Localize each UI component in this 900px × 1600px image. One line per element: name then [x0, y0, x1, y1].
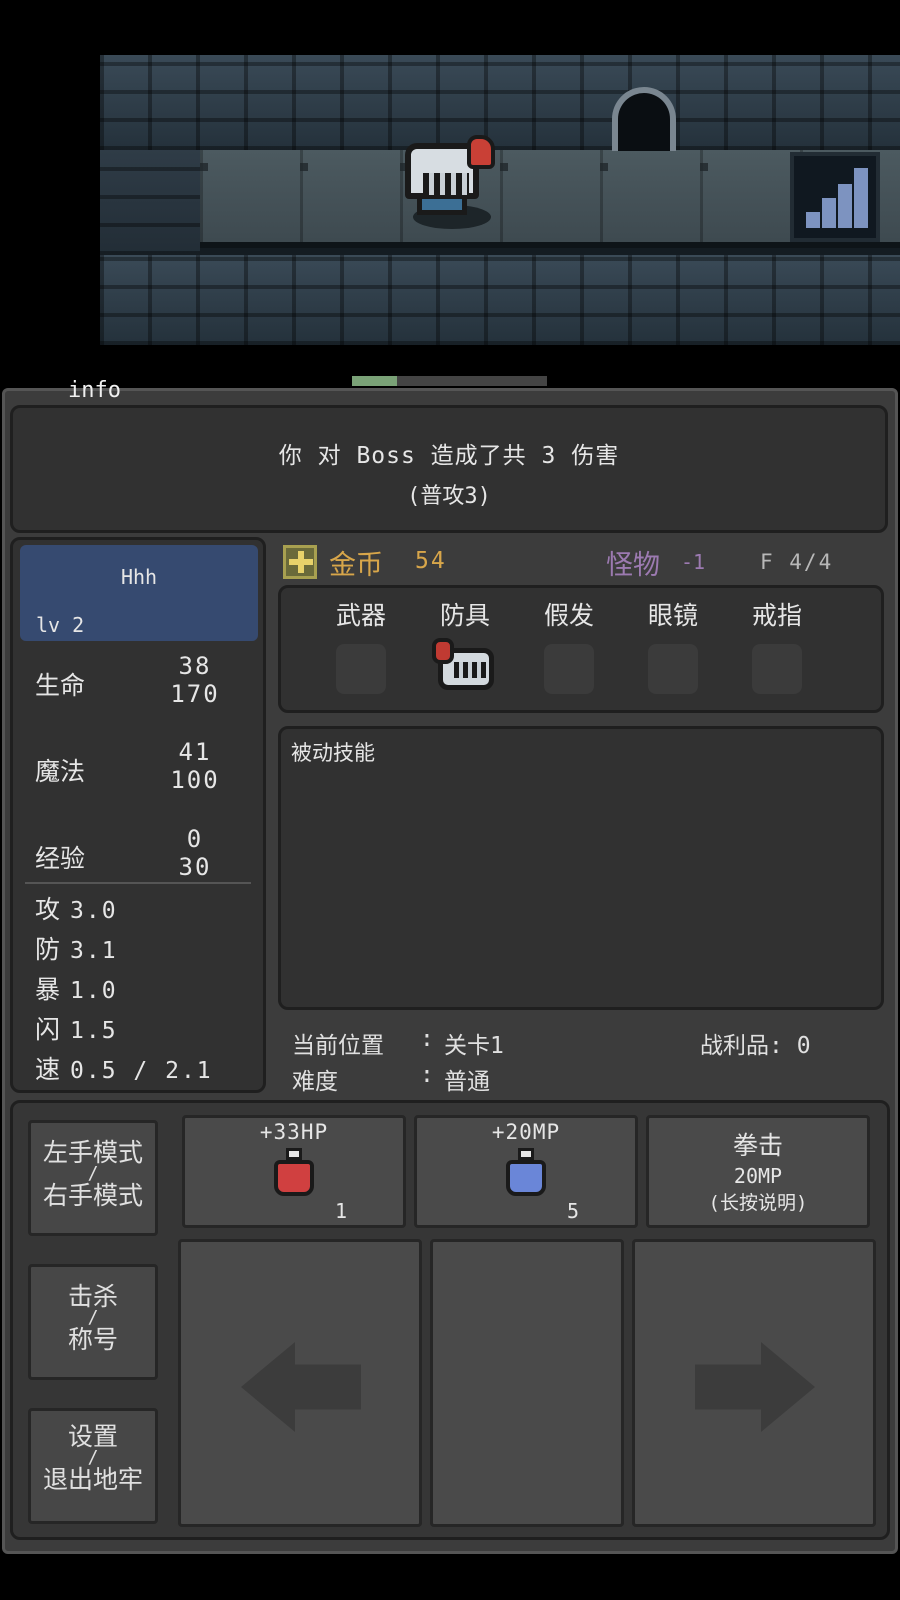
empty-slot-icon	[648, 644, 698, 694]
skill-cost: 20MP	[733, 1164, 783, 1188]
dungeon-wall-bottom	[100, 255, 900, 345]
info-tab-label: info	[68, 378, 121, 403]
dungeon-scene	[100, 55, 900, 345]
skill-name: 拳击	[732, 1131, 783, 1160]
location-label: 当前位置	[292, 1033, 384, 1059]
gold-value: 54	[415, 548, 447, 574]
kills-title-button[interactable]: 击杀 / 称号	[28, 1264, 158, 1380]
equipment-panel: 武器 防具 假发 眼镜 戒指	[278, 585, 884, 713]
equip-slot-ring[interactable]: 戒指	[727, 596, 827, 694]
loot-count: 战利品: 0	[700, 1033, 811, 1059]
knight-helmet-icon	[432, 638, 498, 694]
center-action-button[interactable]	[430, 1239, 624, 1527]
equip-slot-glasses[interactable]: 眼镜	[623, 596, 723, 694]
location-value: 关卡1	[444, 1033, 504, 1059]
hp-stat: 生命 38 170	[35, 650, 255, 714]
exp-max: 30	[178, 853, 212, 881]
player-level: lv 2	[36, 613, 85, 637]
gold-plus-icon[interactable]	[283, 545, 317, 579]
speed-stat: 速 0.5 / 2.1	[35, 1055, 213, 1084]
passive-skills-title: 被动技能	[291, 741, 375, 765]
crit-stat: 暴 1.0	[35, 975, 118, 1004]
skill-hint: (长按说明)	[708, 1192, 808, 1214]
difficulty-value: 普通	[444, 1069, 490, 1095]
move-left-button[interactable]	[178, 1239, 422, 1527]
mp-stat: 魔法 41 100	[35, 736, 255, 800]
mp-potion-label: +20MP	[491, 1120, 561, 1144]
player-knight-sprite	[405, 135, 495, 235]
player-namecard[interactable]: Hhh lv 2	[20, 545, 258, 641]
dungeon-wall-top	[100, 55, 900, 150]
player-name: Hhh	[120, 565, 158, 589]
gold-label: 金币	[329, 550, 383, 581]
progress-bar	[352, 376, 547, 386]
blue-potion-icon	[504, 1148, 548, 1198]
dodge-stat: 闪 1.5	[35, 1015, 118, 1044]
exp-current: 0	[186, 825, 204, 853]
player-stats-panel: Hhh lv 2 生命 38 170 魔法 41 100 经验 0 30 攻 3.…	[10, 537, 266, 1093]
dungeon-wall-left	[100, 150, 200, 255]
arrow-right-icon	[695, 1342, 815, 1432]
move-right-button[interactable]	[632, 1239, 876, 1527]
hp-current: 38	[178, 652, 212, 680]
hand-mode-button[interactable]: 左手模式 / 右手模式	[28, 1120, 158, 1236]
hp-max: 170	[170, 680, 220, 708]
stairs-icon[interactable]	[790, 152, 880, 242]
empty-slot-icon	[336, 644, 386, 694]
empty-slot-icon	[752, 644, 802, 694]
exp-stat: 经验 0 30	[35, 823, 255, 887]
battle-message: 你 对 Boss 造成了共 3 伤害	[278, 443, 620, 469]
equip-slot-armor[interactable]: 防具	[415, 596, 515, 694]
arrow-left-icon	[241, 1342, 361, 1432]
monster-value: -1	[681, 550, 706, 574]
battle-message-box: 你 对 Boss 造成了共 3 伤害 (普攻3)	[10, 405, 888, 533]
hp-potion-label: +33HP	[259, 1120, 329, 1144]
equip-slot-wig[interactable]: 假发	[519, 596, 619, 694]
hp-potion-button[interactable]: +33HP 1	[182, 1115, 406, 1228]
mp-max: 100	[170, 766, 220, 794]
settings-exit-button[interactable]: 设置 / 退出地牢	[28, 1408, 158, 1524]
difficulty-label: 难度	[292, 1069, 338, 1095]
mp-potion-count: 5	[567, 1199, 580, 1223]
doorway-icon	[612, 87, 676, 151]
punch-skill-button[interactable]: 拳击 20MP (长按说明)	[646, 1115, 870, 1228]
mp-current: 41	[178, 738, 212, 766]
mp-potion-button[interactable]: +20MP 5	[414, 1115, 638, 1228]
floor-indicator: F 4/4	[760, 550, 834, 574]
battle-message-detail: (普攻3)	[407, 484, 491, 509]
empty-slot-icon	[544, 644, 594, 694]
passive-skills-panel[interactable]: 被动技能	[278, 726, 884, 1010]
hp-potion-count: 1	[335, 1199, 348, 1223]
stats-divider	[25, 882, 251, 884]
resource-row: 金币 54 怪物 -1 F 4/4	[283, 543, 883, 581]
defense-stat: 防 3.1	[35, 935, 118, 964]
attack-stat: 攻 3.0	[35, 895, 118, 924]
red-potion-icon	[272, 1148, 316, 1198]
monster-label: 怪物	[606, 550, 660, 581]
equip-slot-weapon[interactable]: 武器	[311, 596, 411, 694]
